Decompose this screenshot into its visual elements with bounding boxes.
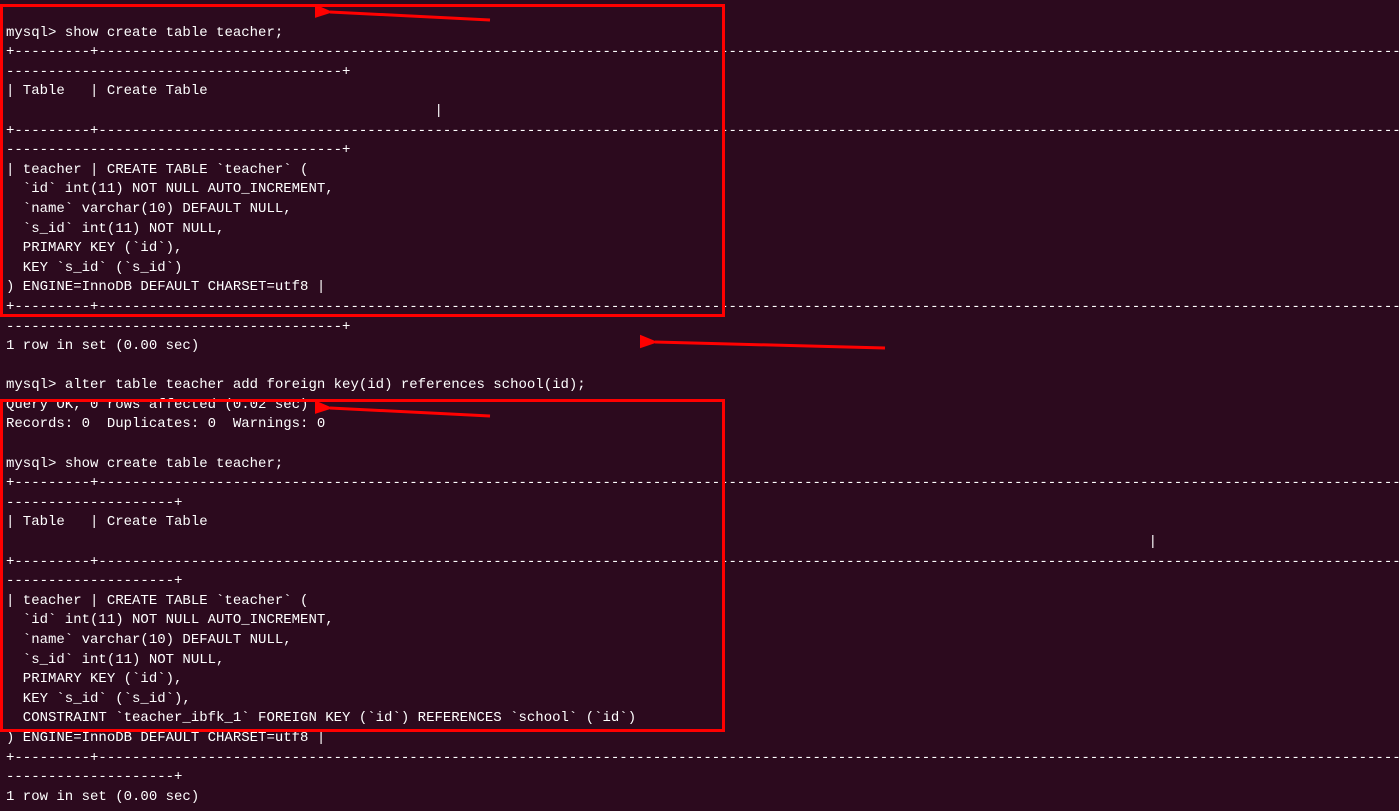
table-body-line: ) ENGINE=InnoDB DEFAULT CHARSET=utf8 |: [6, 279, 325, 295]
result-line: Query OK, 0 rows affected (0.02 sec): [6, 397, 308, 413]
terminal-output[interactable]: mysql> show create table teacher; +-----…: [0, 0, 1399, 811]
table-body-line: `s_id` int(11) NOT NULL,: [6, 221, 224, 237]
table-body-line: PRIMARY KEY (`id`),: [6, 240, 182, 256]
separator-line: +---------+-----------------------------…: [6, 299, 1399, 315]
command: show create table teacher;: [65, 25, 283, 41]
table-body-line: | teacher | CREATE TABLE `teacher` (: [6, 593, 308, 609]
result-footer: 1 row in set (0.00 sec): [6, 338, 199, 354]
table-header: | Table | Create Table: [6, 83, 208, 99]
table-body-line: `id` int(11) NOT NULL AUTO_INCREMENT,: [6, 612, 334, 628]
extra-sep: --------------------+: [6, 495, 182, 511]
result-footer: 1 row in set (0.00 sec): [6, 789, 199, 805]
table-body-line: KEY `s_id` (`s_id`),: [6, 691, 191, 707]
extra-sep: --------------------+: [6, 573, 182, 589]
table-body-line: `name` varchar(10) DEFAULT NULL,: [6, 632, 292, 648]
table-body-line: KEY `s_id` (`s_id`): [6, 260, 182, 276]
prompt: mysql>: [6, 25, 65, 41]
table-body-line: ) ENGINE=InnoDB DEFAULT CHARSET=utf8 |: [6, 730, 325, 746]
table-body-line: CONSTRAINT `teacher_ibfk_1` FOREIGN KEY …: [6, 710, 636, 726]
table-body-line: PRIMARY KEY (`id`),: [6, 671, 182, 687]
command: alter table teacher add foreign key(id) …: [65, 377, 586, 393]
table-body-line: `name` varchar(10) DEFAULT NULL,: [6, 201, 292, 217]
separator-line: +---------+-----------------------------…: [6, 554, 1399, 570]
table-header-end: |: [6, 534, 1157, 550]
command: show create table teacher;: [65, 456, 283, 472]
table-body-line: | teacher | CREATE TABLE `teacher` (: [6, 162, 308, 178]
separator-line: +---------+-----------------------------…: [6, 475, 1399, 491]
table-body-line: `id` int(11) NOT NULL AUTO_INCREMENT,: [6, 181, 334, 197]
separator-line: +---------+-----------------------------…: [6, 750, 1399, 766]
prompt: mysql>: [6, 377, 65, 393]
extra-sep: ----------------------------------------…: [6, 64, 350, 80]
extra-sep: ----------------------------------------…: [6, 142, 350, 158]
result-line: Records: 0 Duplicates: 0 Warnings: 0: [6, 416, 325, 432]
table-header: | Table | Create Table: [6, 514, 208, 530]
separator-line: +---------+-----------------------------…: [6, 123, 1399, 139]
extra-sep: --------------------+: [6, 769, 182, 785]
separator-line: +---------+-----------------------------…: [6, 44, 1399, 60]
extra-sep: ----------------------------------------…: [6, 319, 350, 335]
prompt: mysql>: [6, 456, 65, 472]
table-header-end: |: [6, 103, 443, 119]
table-body-line: `s_id` int(11) NOT NULL,: [6, 652, 224, 668]
